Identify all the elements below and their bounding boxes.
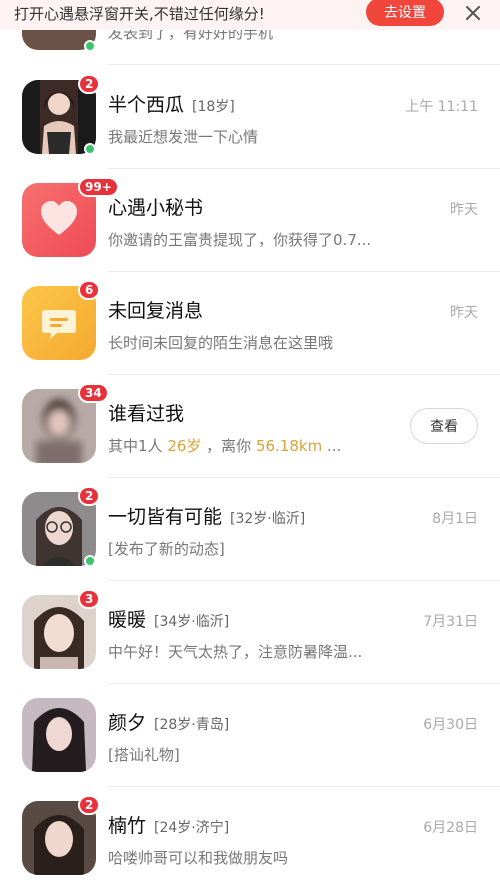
contact-name: 颜夕	[108, 712, 147, 734]
list-item-who-viewed-me[interactable]: 34 谁看过我 其中1人 26岁 ，离你 56.18km ... 查看	[0, 375, 500, 478]
message-preview: 哈喽帅哥可以和我做朋友吗	[108, 849, 289, 867]
message-suffix: ...	[322, 437, 342, 455]
name-line: 颜夕 [28岁·青岛]	[108, 708, 229, 735]
go-settings-button[interactable]: 去设置	[366, 0, 444, 26]
list-item[interactable]: 6 未回复消息 昨天 长时间未回复的陌生消息在这里哦	[0, 272, 500, 375]
message-preview: [发布了新的动态]	[108, 540, 225, 558]
list-item[interactable]: 2 半个西瓜 [18岁] 上午 11:11 我最近想发泄一下心情	[0, 66, 500, 169]
message-prefix: 其中1人	[108, 437, 168, 455]
timestamp: 8月1日	[432, 511, 478, 527]
list-item[interactable]: 2 一切皆有可能 [32岁·临沂] 8月1日 [发布了新的动态]	[0, 478, 500, 581]
contact-meta: [32岁·临沂]	[230, 511, 306, 527]
message-preview: 我最近想发泄一下心情	[108, 128, 259, 146]
online-indicator	[84, 143, 96, 155]
timestamp: 上午 11:11	[405, 99, 478, 115]
name-line: 楠竹 [24岁·济宁]	[108, 811, 229, 838]
contact-meta: [28岁·青岛]	[154, 717, 230, 733]
contact-name: 半个西瓜	[108, 94, 185, 116]
unread-badge: 2	[78, 795, 101, 815]
contact-name: 一切皆有可能	[108, 506, 223, 528]
photo-avatar	[22, 698, 96, 772]
unread-badge: 99+	[78, 177, 119, 197]
view-button[interactable]: 查看	[410, 408, 478, 444]
list-item[interactable]: 3 暖暖 [34岁·临沂] 7月31日 中午好！天气太热了，注意防暑降温...	[0, 581, 500, 684]
avatar	[22, 698, 96, 772]
name-line: 暖暖 [34岁·临沂]	[108, 605, 229, 632]
unread-badge: 34	[78, 383, 109, 403]
timestamp: 6月30日	[423, 717, 478, 733]
banner-text: 打开心遇悬浮窗开关,不错过任何缘分!	[14, 5, 265, 23]
contact-name: 心遇小秘书	[108, 197, 204, 219]
contact-meta: [34岁·临沂]	[154, 614, 230, 630]
message-preview: 长时间未回复的陌生消息在这里哦	[108, 334, 334, 352]
timestamp: 昨天	[450, 305, 478, 321]
viewer-age: 26岁	[167, 437, 202, 455]
name-line: 心遇小秘书	[108, 193, 203, 220]
unread-badge: 3	[78, 589, 101, 609]
name-line: 半个西瓜 [18岁]	[108, 90, 235, 117]
close-icon[interactable]	[458, 0, 488, 26]
timestamp: 昨天	[450, 202, 478, 218]
name-line: 一切皆有可能 [32岁·临沂]	[108, 502, 305, 529]
contact-name: 谁看过我	[108, 403, 185, 425]
floating-window-banner: 打开心遇悬浮窗开关,不错过任何缘分! 去设置	[0, 0, 500, 30]
message-preview: 其中1人 26岁 ，离你 56.18km ...	[108, 435, 341, 456]
contact-meta: [24岁·济宁]	[154, 820, 230, 836]
list-item[interactable]: 2 楠竹 [24岁·济宁] 6月28日 哈喽帅哥可以和我做朋友吗	[0, 787, 500, 889]
timestamp: 7月31日	[423, 614, 478, 630]
divider	[108, 64, 500, 65]
contact-name: 未回复消息	[108, 300, 204, 322]
timestamp: 6月28日	[423, 820, 478, 836]
unread-badge: 6	[78, 280, 101, 300]
contact-meta: [18岁]	[192, 99, 235, 115]
unread-badge: 2	[78, 74, 101, 94]
name-line: 谁看过我	[108, 399, 184, 426]
contact-name: 楠竹	[108, 815, 147, 837]
message-preview: [搭讪礼物]	[108, 746, 180, 764]
name-line: 未回复消息	[108, 296, 203, 323]
contact-name: 暖暖	[108, 609, 147, 631]
unread-badge: 2	[78, 486, 101, 506]
message-preview: 中午好！天气太热了，注意防暑降温...	[108, 643, 363, 661]
viewer-distance: 56.18km	[255, 437, 323, 455]
list-item[interactable]: 99+ 心遇小秘书 昨天 你邀请的王富贵提现了，你获得了0.7...	[0, 169, 500, 272]
online-indicator	[84, 40, 96, 52]
online-indicator	[84, 555, 96, 567]
message-preview: 你邀请的王富贵提现了，你获得了0.7...	[108, 231, 372, 249]
list-item[interactable]: 颜夕 [28岁·青岛] 6月30日 [搭讪礼物]	[0, 684, 500, 787]
message-mid: ，离你	[201, 437, 256, 455]
